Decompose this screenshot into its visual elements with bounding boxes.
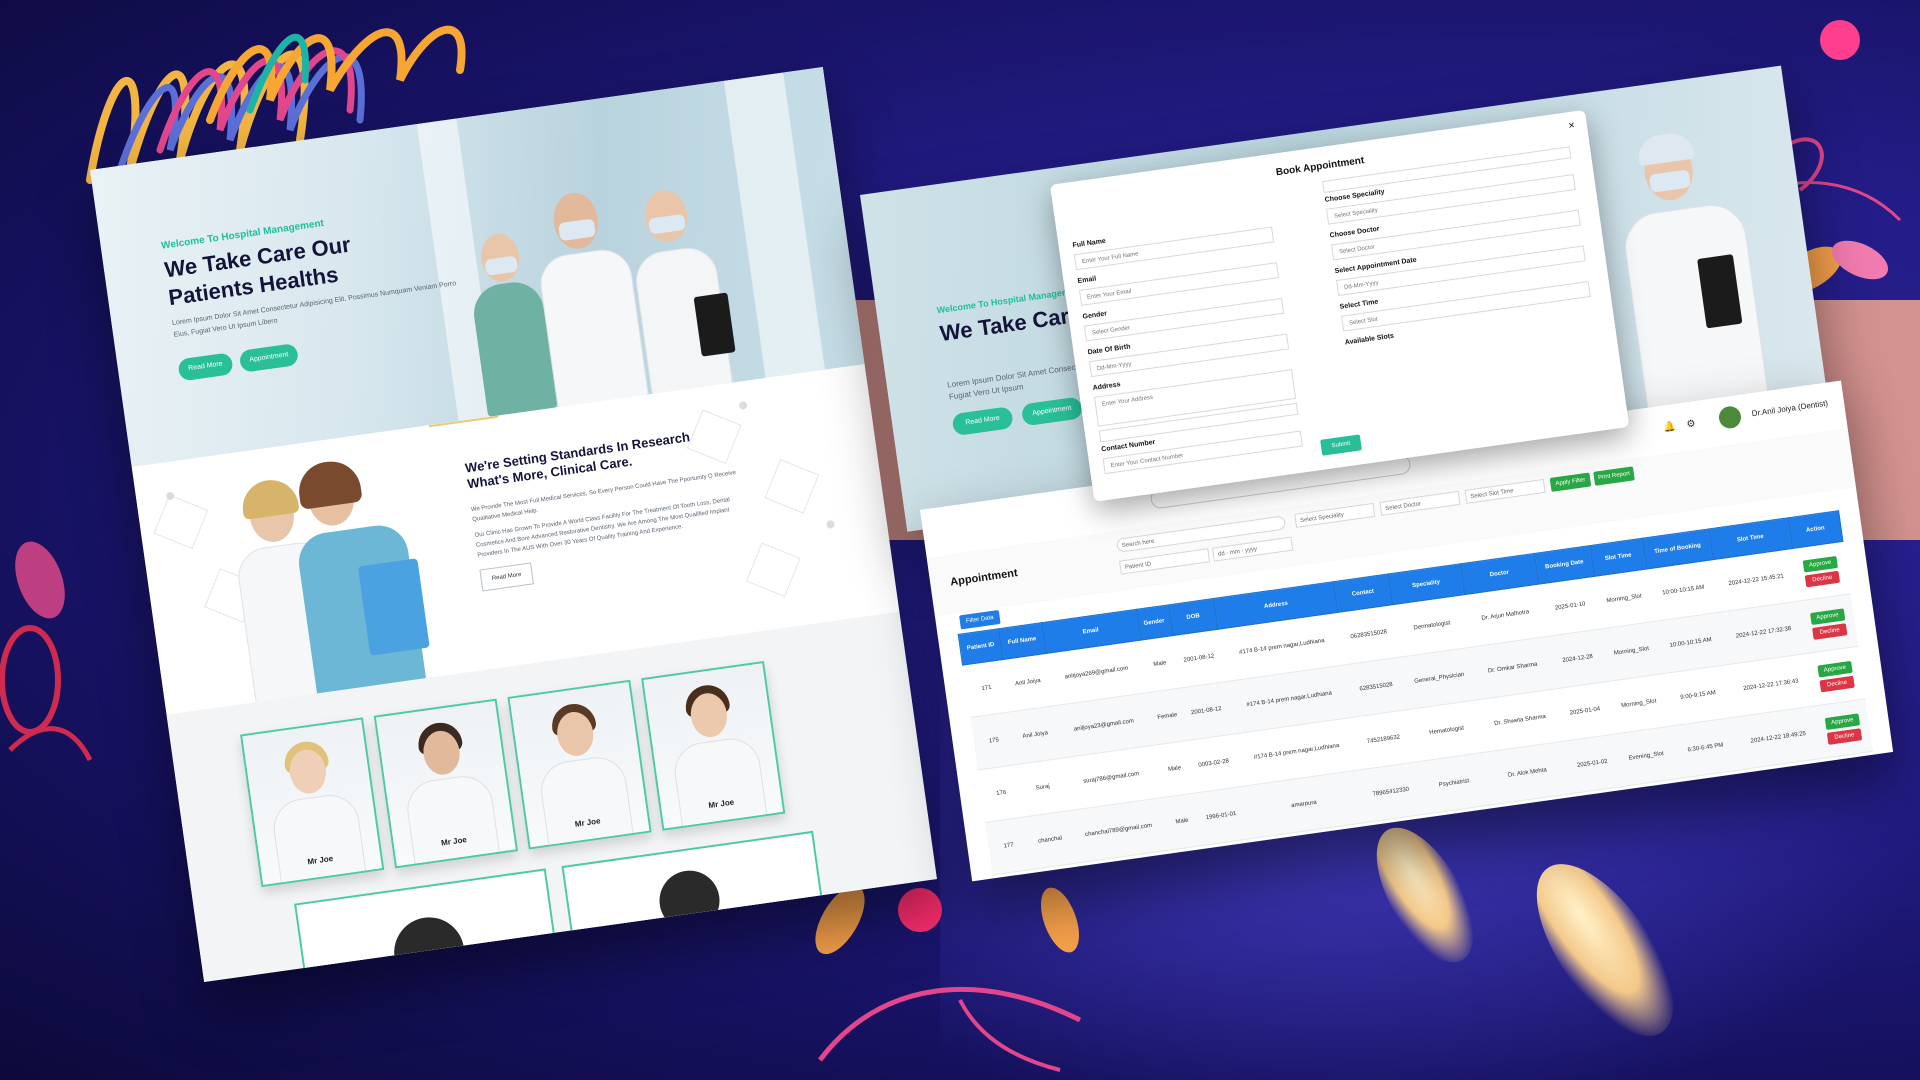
cell-booking-date: 2024-12-28 (1546, 628, 1610, 690)
decline-button[interactable]: Decline (1804, 570, 1840, 587)
cell-contact: 6283515028 (1345, 657, 1407, 718)
cell-slot-time: 9:00-9:15 AM (1661, 664, 1735, 727)
cell-full-name: Anil Joiya (1003, 653, 1053, 712)
read-more-button[interactable]: Read More (951, 406, 1014, 437)
full-name-input[interactable]: Enter Your Full Name (1073, 226, 1275, 271)
apply-filter-button[interactable]: Apply Filter (1549, 472, 1592, 492)
cell-action: Approve Decline (1799, 593, 1858, 654)
cell-contact: 7452189632 (1352, 709, 1415, 770)
read-more-button[interactable]: Read More (177, 352, 234, 382)
filter-data-button[interactable]: Filter Data (959, 610, 1001, 630)
hero-medical-staff-image (455, 140, 766, 417)
doctor-card[interactable]: Mr Joe (373, 698, 518, 869)
cell-booking-date: 2025-01-02 (1561, 733, 1624, 795)
gender-label: Gender (1082, 310, 1108, 321)
print-report-button[interactable]: Print Report (1593, 466, 1635, 486)
cell-action: Approve Decline (1792, 541, 1851, 601)
available-slots-label: Available Slots (1344, 332, 1395, 347)
left-flower-decoration (0, 541, 93, 762)
cell-slot: Morning_Slot (1609, 673, 1669, 734)
hex-dot (826, 519, 836, 529)
column-header[interactable]: Gender (1136, 604, 1173, 641)
nurses-image (224, 447, 454, 705)
address-label: Address (1092, 381, 1121, 392)
email-input[interactable]: Enter Your Email (1078, 262, 1280, 306)
hex-dot (738, 400, 748, 410)
patient-id-input[interactable]: Patient ID (1119, 548, 1211, 575)
cell-patient-id: 171 (962, 659, 1011, 718)
date-input[interactable]: dd - mm - yyyy (1212, 536, 1294, 562)
email-label: Email (1077, 275, 1097, 286)
user-name: Dr.Anil Joiya (Dentist) (1751, 398, 1829, 419)
doctor-card[interactable]: Mr Joe (641, 660, 786, 831)
avatar[interactable] (1717, 404, 1743, 430)
approve-button[interactable]: Approve (1809, 607, 1846, 625)
decline-button[interactable]: Decline (1811, 622, 1848, 640)
cell-full-name: chanchal (1025, 810, 1075, 870)
speciality-select[interactable]: Select Speciality (1294, 502, 1376, 528)
research-read-more-button[interactable]: Read More (479, 562, 534, 592)
cell-booking-date: 2025-01-04 (1553, 681, 1617, 742)
cell-patient-id: 175 (969, 711, 1019, 771)
nurse-image (1598, 108, 1808, 430)
cell-slot-time: 10:00-10:15 AM (1653, 612, 1728, 674)
gear-icon[interactable]: ⚙ (1686, 418, 1696, 430)
approve-button[interactable]: Approve (1824, 712, 1860, 730)
cell-slot: Morning_Slot (1601, 621, 1662, 682)
cell-dob: 2001-08-12 (1179, 681, 1234, 741)
appointment-button[interactable]: Appointment (238, 343, 300, 373)
cell-dob: 0003-02-28 (1186, 734, 1241, 794)
cell-patient-id: 177 (984, 816, 1033, 876)
cell-contact: 06283515028 (1338, 604, 1400, 665)
cell-slot-time: 6:30-6:45 PM (1668, 717, 1743, 779)
doctor-card-large[interactable] (294, 868, 563, 983)
dob-label: Date Of Birth (1087, 343, 1131, 357)
appointment-button[interactable]: Appointment (1020, 396, 1084, 427)
cell-action: Approve Decline (1814, 698, 1873, 759)
approve-button[interactable]: Approve (1802, 555, 1838, 573)
doctor-card[interactable]: Mr Joe (507, 679, 652, 850)
cell-dob: 1996-01-01 (1194, 786, 1248, 846)
slot-time-select[interactable]: Select Slot Time (1464, 478, 1546, 504)
doctor-card[interactable]: Mr Joe (240, 717, 385, 888)
submit-button[interactable]: Submit (1320, 434, 1362, 456)
close-icon[interactable]: × (1568, 119, 1576, 132)
doctor-select[interactable]: Select Doctor (1379, 490, 1461, 516)
bell-icon[interactable]: 🔔 (1663, 421, 1677, 434)
cell-slot: Evening_Slot (1616, 726, 1677, 787)
hex-pattern (764, 459, 820, 514)
landing-page-screenshot: Welcome To Hospital Management We Take C… (90, 67, 937, 983)
cell-slot: Morning_Slot (1594, 568, 1654, 629)
decline-button[interactable]: Decline (1826, 727, 1863, 745)
cell-full-name: Anil Joiya (1010, 705, 1061, 765)
cell-full-name: Suraj (1018, 758, 1068, 817)
approve-button[interactable]: Approve (1817, 660, 1853, 678)
cell-slot-time: 10:00-10:15 AM (1646, 559, 1721, 622)
dob-input[interactable]: Dd-Mm-Yyyy (1088, 333, 1290, 378)
time-label: Select Time (1339, 298, 1379, 311)
hex-pattern (745, 542, 801, 598)
cell-booking-date: 2025-01-10 (1538, 576, 1602, 637)
gender-select[interactable]: Select Gender (1083, 297, 1285, 342)
cell-action: Approve Decline (1806, 646, 1865, 706)
cell-dob: 2001-08-12 (1172, 629, 1226, 689)
full-name-label: Full Name (1072, 237, 1107, 250)
cell-speciality: Psychiatrist (1414, 752, 1494, 815)
doctor-label: Choose Doctor (1329, 225, 1380, 240)
hex-pattern (153, 494, 209, 550)
cell-time-of-booking: 2024-12-22 18:49:25 (1734, 705, 1822, 770)
cell-patient-id: 176 (977, 764, 1026, 823)
cell-contact: 78965412330 (1360, 762, 1422, 823)
decline-button[interactable]: Decline (1819, 675, 1855, 692)
cell-doctor: Dr. Alok Mehta (1486, 741, 1569, 805)
